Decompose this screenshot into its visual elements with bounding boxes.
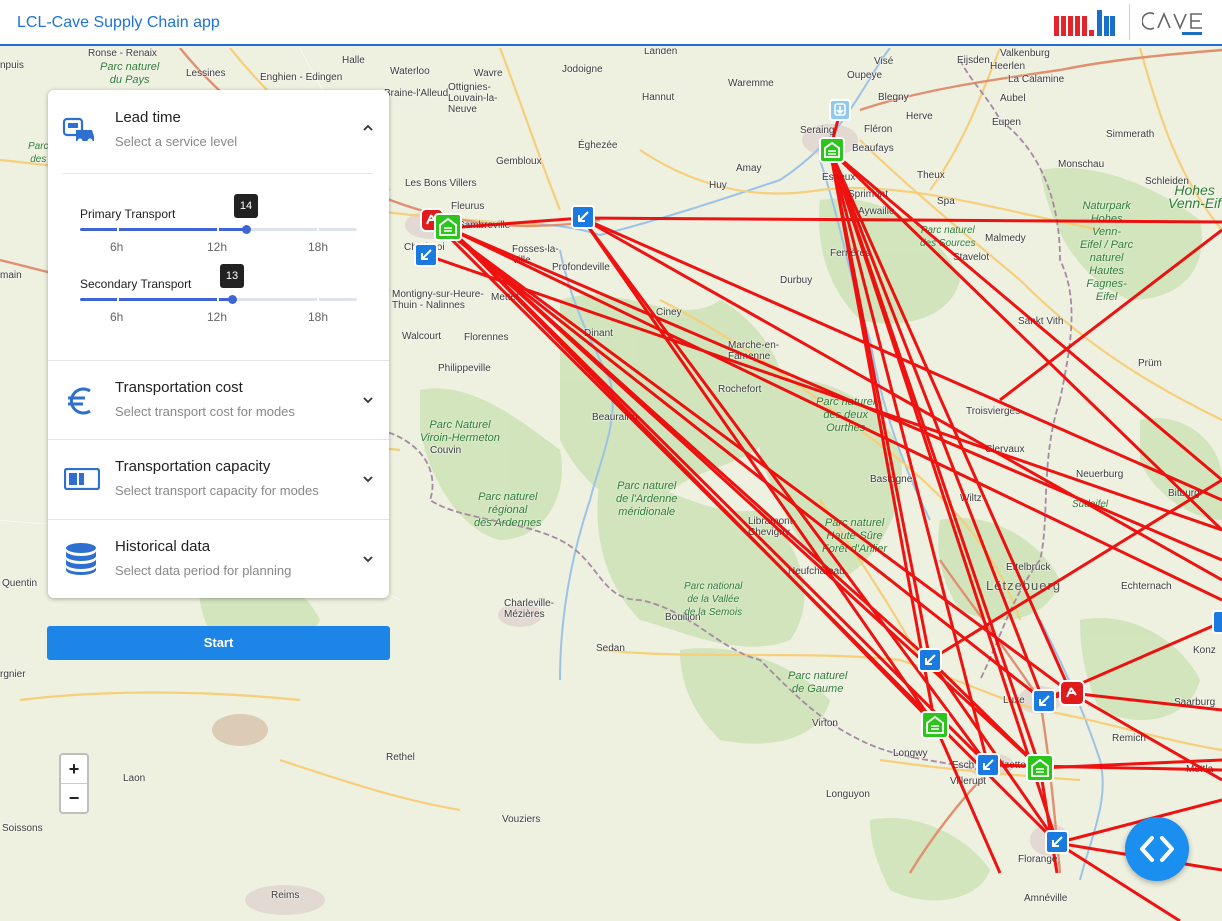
secondary-transport-value: 13	[220, 264, 244, 288]
warehouse-marker[interactable]	[1026, 754, 1054, 782]
tick-6h: 6h	[110, 310, 124, 324]
lead-time-subtitle: Select a service level	[115, 134, 238, 149]
app-header: LCL-Cave Supply Chain app	[0, 0, 1222, 46]
logo-divider	[1129, 4, 1130, 40]
entry-marker[interactable]	[1045, 830, 1069, 854]
primary-transport-fill	[80, 228, 246, 231]
entry-marker[interactable]	[1032, 689, 1056, 713]
transport-capacity-title: Transportation capacity	[115, 458, 271, 475]
zoom-control: + −	[59, 753, 89, 814]
factory-icon	[1066, 687, 1077, 698]
primary-transport-slider[interactable]: 14	[80, 194, 357, 234]
start-button[interactable]: Start	[47, 626, 390, 660]
arrow-down-left-icon	[421, 249, 432, 260]
warehouse-icon	[824, 141, 840, 158]
code-toggle-button[interactable]	[1125, 817, 1189, 881]
lead-time-title: Lead time	[115, 109, 181, 126]
warehouse-marker[interactable]	[921, 711, 949, 739]
transport-capacity-section[interactable]: Transportation capacity Select transport…	[48, 440, 389, 519]
arrow-down-left-icon	[578, 211, 589, 222]
battery-capacity-icon	[64, 468, 100, 490]
primary-transport-thumb[interactable]	[242, 225, 251, 234]
arrow-down-left-icon	[983, 759, 994, 770]
secondary-transport-slider[interactable]: 13	[80, 264, 357, 304]
entry-marker[interactable]	[1212, 610, 1222, 634]
anchor-icon	[834, 103, 846, 116]
tick-12h: 12h	[207, 240, 228, 254]
chevron-down-icon[interactable]	[361, 472, 375, 486]
settings-panel: Lead time Select a service level Primary…	[48, 90, 389, 598]
warehouse-marker[interactable]	[434, 213, 462, 241]
chevron-down-icon[interactable]	[361, 393, 375, 407]
port-marker[interactable]	[829, 99, 851, 121]
entry-marker[interactable]	[571, 205, 595, 229]
transport-cost-subtitle: Select transport cost for modes	[115, 404, 295, 419]
entry-marker[interactable]	[918, 648, 942, 672]
chevron-up-icon[interactable]	[361, 121, 375, 135]
lead-time-section: Lead time Select a service level Primary…	[48, 90, 389, 360]
tick-18h: 18h	[308, 240, 329, 254]
primary-transport-label: Primary Transport	[80, 207, 176, 221]
secondary-transport-thumb[interactable]	[228, 295, 237, 304]
warehouse-icon	[926, 715, 944, 734]
warehouse-marker[interactable]	[819, 137, 845, 163]
factory-marker[interactable]	[1059, 680, 1085, 706]
warehouse-icon	[439, 217, 457, 236]
entry-marker[interactable]	[976, 753, 1000, 777]
lead-time-divider	[63, 173, 373, 174]
transport-cost-title: Transportation cost	[115, 379, 243, 396]
euro-icon	[68, 387, 91, 415]
warehouse-icon	[1031, 758, 1049, 777]
cave-logo	[1142, 11, 1202, 35]
database-icon	[66, 543, 96, 575]
transport-cost-section[interactable]: Transportation cost Select transport cos…	[48, 361, 389, 439]
primary-transport-value: 14	[234, 194, 258, 218]
entry-marker[interactable]	[414, 243, 438, 267]
tick-18h: 18h	[308, 310, 329, 324]
unilu-logo	[1054, 10, 1115, 36]
arrow-down-left-icon	[1039, 695, 1050, 706]
arrow-down-left-icon	[1052, 836, 1063, 847]
historical-data-section[interactable]: Historical data Select data period for p…	[48, 520, 389, 598]
historical-data-title: Historical data	[115, 538, 211, 555]
truck-car-icon	[62, 117, 94, 144]
app-title[interactable]: LCL-Cave Supply Chain app	[17, 14, 220, 32]
tick-12h: 12h	[207, 310, 228, 324]
secondary-transport-label: Secondary Transport	[80, 277, 192, 291]
tick-6h: 6h	[110, 240, 124, 254]
chevron-down-icon[interactable]	[361, 552, 375, 566]
code-brackets-icon	[1140, 836, 1174, 862]
zoom-in-button[interactable]: +	[61, 755, 87, 784]
zoom-out-button[interactable]: −	[61, 784, 87, 812]
transport-capacity-subtitle: Select transport capacity for modes	[115, 483, 319, 498]
arrow-down-left-icon	[925, 654, 936, 665]
historical-data-subtitle: Select data period for planning	[115, 563, 292, 578]
lead-time-header[interactable]: Lead time Select a service level	[48, 90, 389, 165]
secondary-transport-fill	[80, 298, 232, 301]
